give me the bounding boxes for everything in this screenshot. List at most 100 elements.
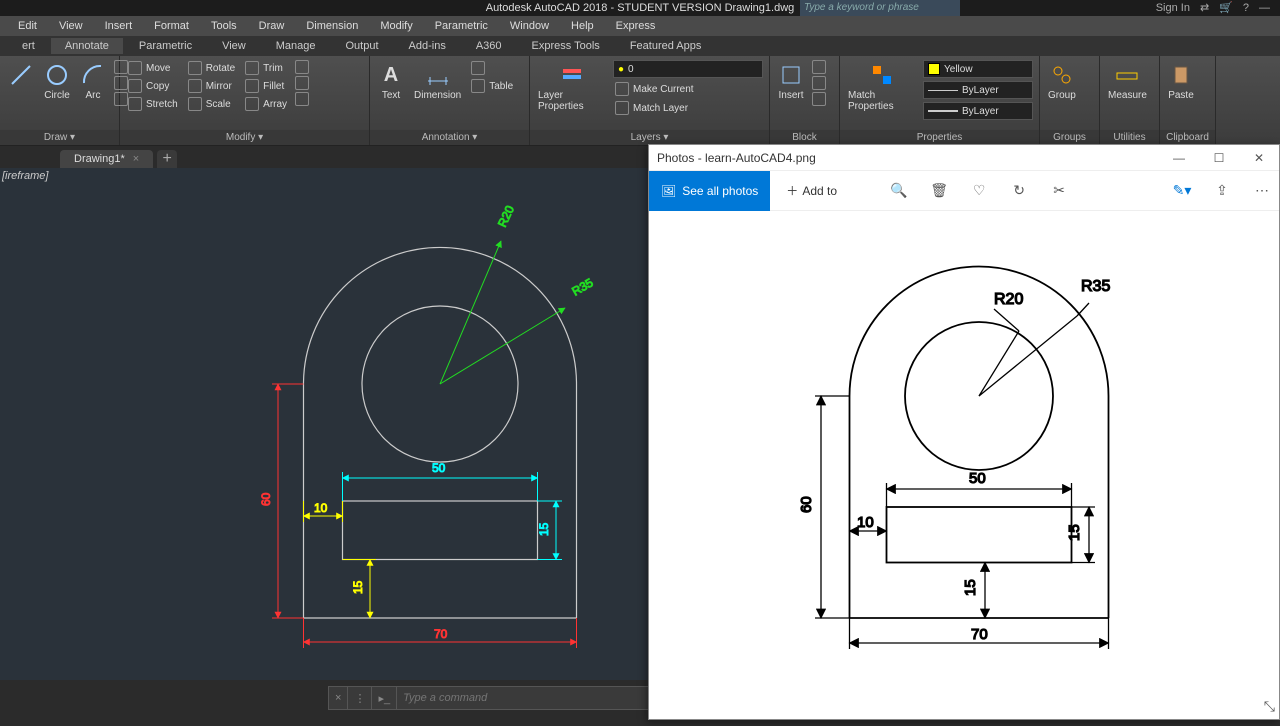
svg-text:R20: R20 <box>495 203 517 229</box>
match-properties-tool[interactable]: Match Properties <box>846 60 917 114</box>
tab-parametric[interactable]: Parametric <box>125 38 206 54</box>
rotate-tool[interactable]: Rotate <box>186 60 237 76</box>
crop-icon[interactable]: ✂ <box>1042 171 1076 211</box>
line-tool[interactable] <box>6 60 36 90</box>
menu-modify[interactable]: Modify <box>370 18 422 34</box>
erase-icon[interactable] <box>295 60 309 74</box>
panel-properties-label[interactable]: Properties <box>840 130 1039 145</box>
rotate-icon[interactable]: ↻ <box>1002 171 1036 211</box>
fillet-tool[interactable]: Fillet <box>243 78 289 94</box>
make-current-tool[interactable]: Make Current <box>613 81 763 97</box>
minimize-icon[interactable]: — <box>1259 0 1270 16</box>
new-tab-button[interactable]: + <box>157 150 177 168</box>
measure-tool[interactable]: Measure <box>1106 60 1149 103</box>
edit-attr-icon[interactable] <box>812 92 826 106</box>
panel-modify-label[interactable]: Modify ▾ <box>120 130 369 145</box>
cmd-close-icon[interactable]: × <box>329 687 348 709</box>
tab-addins[interactable]: Add-ins <box>395 38 460 54</box>
panel-block-label[interactable]: Block <box>770 130 839 145</box>
drawing-canvas[interactable]: R20 R35 50 15 10 15 60 70 <box>0 168 648 680</box>
menu-tools[interactable]: Tools <box>201 18 247 34</box>
paste-tool[interactable]: Paste <box>1166 60 1196 103</box>
exchange-icon[interactable]: ⇄ <box>1200 0 1209 16</box>
svg-text:60: 60 <box>798 496 815 513</box>
menubar: Edit View Insert Format Tools Draw Dimen… <box>0 16 1280 36</box>
menu-express[interactable]: Express <box>606 18 666 34</box>
create-block-icon[interactable] <box>812 60 826 74</box>
leader-tool[interactable] <box>469 60 515 76</box>
layer-properties-tool[interactable]: Layer Properties <box>536 60 607 114</box>
menu-help[interactable]: Help <box>561 18 604 34</box>
edit-icon[interactable]: ✎▾ <box>1165 171 1199 211</box>
explode-icon[interactable] <box>295 76 309 90</box>
text-tool[interactable]: AText <box>376 60 406 103</box>
insert-block-tool[interactable]: Insert <box>776 60 806 103</box>
group-tool[interactable]: Group <box>1046 60 1078 103</box>
svg-text:70: 70 <box>971 626 988 643</box>
linetype-dropdown[interactable]: ByLayer <box>923 81 1033 99</box>
offset-icon[interactable] <box>295 92 309 106</box>
tab-express[interactable]: Express Tools <box>518 38 614 54</box>
table-tool[interactable]: Table <box>469 78 515 94</box>
svg-text:R35: R35 <box>1081 278 1110 295</box>
photos-minimize-icon[interactable]: — <box>1159 145 1199 171</box>
color-dropdown[interactable]: Yellow <box>923 60 1033 78</box>
edit-block-icon[interactable] <box>812 76 826 90</box>
photos-close-icon[interactable]: ✕ <box>1239 145 1279 171</box>
close-icon[interactable]: × <box>133 153 139 165</box>
circle-tool[interactable]: Circle <box>42 60 72 103</box>
photos-viewport[interactable]: R20 R35 50 10 15 15 <box>649 211 1279 719</box>
move-tool[interactable]: Move <box>126 60 180 76</box>
array-tool[interactable]: Array <box>243 96 289 112</box>
see-all-photos-button[interactable]: 🖼 See all photos <box>649 171 770 211</box>
visual-style-label[interactable]: [ireframe] <box>2 170 48 182</box>
resize-handle-icon[interactable]: ⤡ <box>1264 698 1275 715</box>
cmd-customize-icon[interactable]: ⋮ <box>348 687 372 709</box>
doc-tab-drawing1[interactable]: Drawing1*× <box>60 150 153 168</box>
panel-draw-label[interactable]: Draw ▾ <box>0 130 119 145</box>
share-icon[interactable]: ⇪ <box>1205 171 1239 211</box>
signin-button[interactable]: Sign In <box>1156 0 1190 16</box>
menu-format[interactable]: Format <box>144 18 199 34</box>
tab-featured[interactable]: Featured Apps <box>616 38 716 54</box>
menu-draw[interactable]: Draw <box>249 18 295 34</box>
panel-clipboard-label[interactable]: Clipboard <box>1160 130 1215 145</box>
more-icon[interactable]: ⋯ <box>1245 171 1279 211</box>
menu-insert[interactable]: Insert <box>95 18 143 34</box>
lineweight-dropdown[interactable]: ByLayer <box>923 102 1033 120</box>
menu-edit[interactable]: Edit <box>8 18 47 34</box>
menu-view[interactable]: View <box>49 18 93 34</box>
zoom-icon[interactable]: 🔍 <box>882 171 916 211</box>
arc-tool[interactable]: Arc <box>78 60 108 103</box>
tab-insert[interactable]: ert <box>8 38 49 54</box>
tab-manage[interactable]: Manage <box>262 38 330 54</box>
layer-dropdown[interactable]: ●0 <box>613 60 763 78</box>
stretch-tool[interactable]: Stretch <box>126 96 180 112</box>
menu-dimension[interactable]: Dimension <box>296 18 368 34</box>
tab-view[interactable]: View <box>208 38 260 54</box>
help-icon[interactable]: ? <box>1243 0 1249 16</box>
tab-annotate[interactable]: Annotate <box>51 38 123 54</box>
match-layer-tool[interactable]: Match Layer <box>613 100 763 116</box>
dimension-tool[interactable]: Dimension <box>412 60 463 103</box>
copy-tool[interactable]: Copy <box>126 78 180 94</box>
scale-tool[interactable]: Scale <box>186 96 237 112</box>
photos-maximize-icon[interactable]: ☐ <box>1199 145 1239 171</box>
menu-parametric[interactable]: Parametric <box>425 18 498 34</box>
menu-window[interactable]: Window <box>500 18 559 34</box>
leader-icon <box>471 61 485 75</box>
tab-output[interactable]: Output <box>332 38 393 54</box>
delete-icon[interactable]: 🗑 <box>922 171 956 211</box>
panel-utilities-label[interactable]: Utilities <box>1100 130 1159 145</box>
panel-layers-label[interactable]: Layers ▾ <box>530 130 769 145</box>
keyword-search[interactable]: Type a keyword or phrase <box>800 0 960 16</box>
cart-icon[interactable]: 🛒 <box>1219 0 1233 16</box>
mirror-tool[interactable]: Mirror <box>186 78 237 94</box>
tab-a360[interactable]: A360 <box>462 38 516 54</box>
add-to-button[interactable]: ＋Add to <box>776 182 847 199</box>
trim-tool[interactable]: Trim <box>243 60 289 76</box>
photos-titlebar[interactable]: Photos - learn-AutoCAD4.png — ☐ ✕ <box>649 145 1279 171</box>
panel-annotation-label[interactable]: Annotation ▾ <box>370 130 529 145</box>
favorite-icon[interactable]: ♡ <box>962 171 996 211</box>
panel-groups-label[interactable]: Groups <box>1040 130 1099 145</box>
